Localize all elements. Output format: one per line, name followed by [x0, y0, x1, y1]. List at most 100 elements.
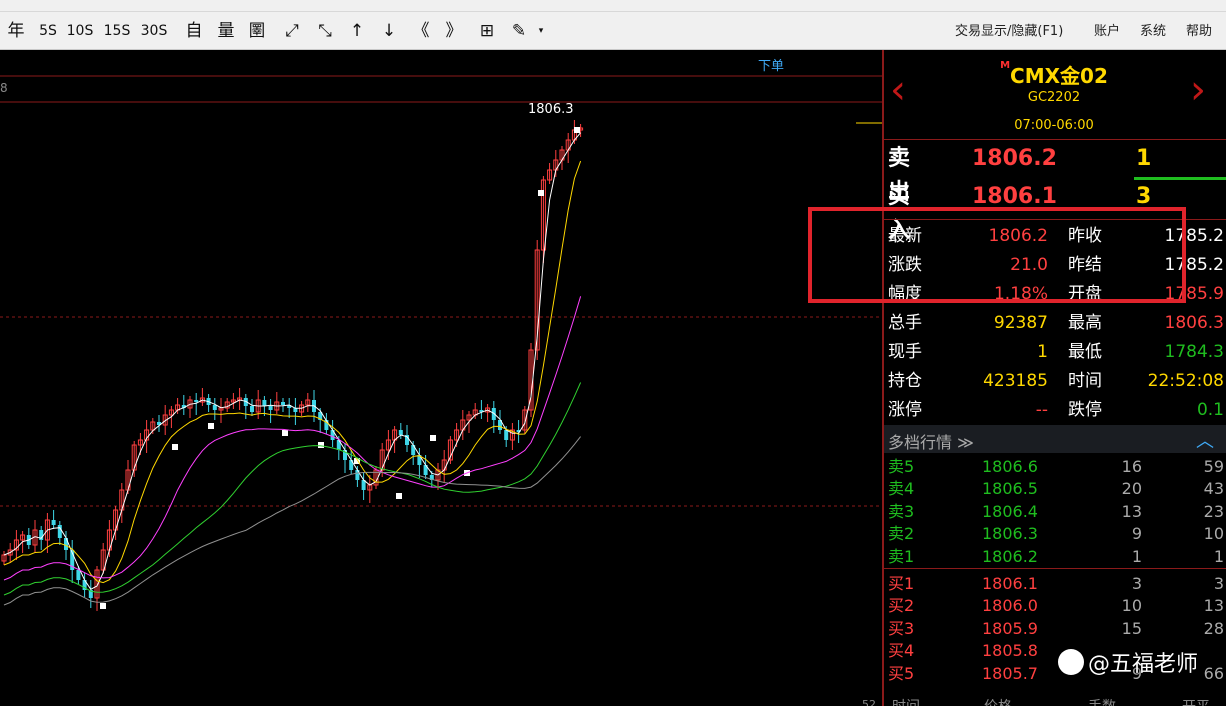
window-title-strip: [0, 0, 1226, 12]
tool-15s-button[interactable]: 15S: [103, 18, 131, 44]
depth-price: 1805.9: [982, 618, 1038, 638]
axis-number: 8: [0, 81, 8, 95]
depth-label: 卖3: [888, 501, 915, 521]
tool-prev-button[interactable]: 《: [407, 18, 435, 44]
tool-down-button[interactable]: ↓: [375, 18, 403, 44]
quote-label: 最低: [1068, 342, 1102, 362]
depth-title: 多档行情 ≫: [888, 433, 974, 452]
menu-account[interactable]: 账户: [1094, 22, 1120, 42]
candle-body: [398, 430, 403, 435]
depth-label: 买3: [888, 618, 915, 638]
bid-row[interactable]: 买3 1805.9 15 28: [888, 618, 1224, 640]
depth-price: 1806.0: [982, 596, 1038, 616]
tool-shrink-button[interactable]: ⤡: [311, 18, 339, 44]
depth-cum: 59: [1203, 457, 1224, 476]
tool-up-button[interactable]: ↑: [343, 18, 371, 44]
tool-next-button[interactable]: 》: [440, 18, 468, 44]
collapse-icon[interactable]: ︿: [1196, 427, 1214, 453]
depth-price: 1806.3: [982, 524, 1038, 544]
candle-body: [212, 405, 217, 410]
depth-label: 卖5: [888, 457, 915, 476]
toolbar: 年 5S 10S 15S 30S 自量圛 ⤢ ⤡ ↑ ↓ 《》 ⊞ ✎ ▾ 交易显示/隐藏(F1) 账户 …: [0, 0, 1226, 50]
depth-cum: 1: [1213, 546, 1224, 566]
col-volume: 手数: [1088, 696, 1116, 706]
candlestick-chart[interactable]: 下单 8 1806.3 52: [0, 50, 882, 706]
depth-price: 1806.2: [982, 546, 1038, 566]
menu-help[interactable]: 帮助: [1186, 22, 1212, 42]
ask-row[interactable]: 卖3 1806.4 13 23: [888, 501, 1224, 523]
tool-draw-button[interactable]: ✎: [505, 18, 533, 44]
symbol-name: CMX金02: [1010, 64, 1108, 88]
quote-label: 最高: [1068, 313, 1102, 333]
depth-vol: 10: [1121, 596, 1142, 616]
bid-row[interactable]: 买1 1806.1 3 3: [888, 573, 1224, 595]
depth-cum: 43: [1203, 479, 1224, 499]
depth-price: 1806.1: [982, 574, 1038, 593]
tool-30s-button[interactable]: 30S: [140, 18, 168, 44]
candle-body: [268, 406, 273, 410]
quote-value: 1: [1037, 342, 1048, 362]
tool-10s-button[interactable]: 10S: [66, 18, 94, 44]
quote-label: 持仓: [888, 371, 922, 391]
doji-marker: [396, 493, 402, 499]
symbol-title: MCMX金02: [884, 60, 1224, 89]
chart-canvas: [0, 75, 882, 611]
depth-vol: 13: [1121, 501, 1142, 521]
tool-grid-button[interactable]: ⊞: [473, 18, 501, 44]
quote-row: 现手 1 最低 1784.3: [888, 338, 1224, 366]
candle-body: [250, 406, 254, 412]
depth-price: 1805.8: [982, 641, 1038, 661]
depth-price: 1806.4: [982, 501, 1038, 521]
quote-row: 总手 92387 最高 1806.3: [888, 309, 1224, 337]
tool-5s-button[interactable]: 5S: [34, 18, 62, 44]
col-openclose: 开平: [1182, 696, 1210, 706]
symbol-mark: M: [1000, 60, 1011, 71]
menu-trade-toggle[interactable]: 交易显示/隐藏(F1): [955, 22, 1063, 42]
trading-session: 07:00-06:00: [1014, 118, 1094, 133]
depth-header[interactable]: 多档行情 ≫ ︿: [884, 425, 1226, 453]
candle-body: [57, 525, 62, 538]
tool-expand-button[interactable]: ⤢: [278, 18, 306, 44]
quote-value: 1806.3: [1164, 313, 1224, 333]
tool-custom-button[interactable]: 自: [180, 18, 208, 44]
tool-volume-button[interactable]: 量: [212, 18, 240, 44]
depth-vol: 15: [1121, 618, 1142, 638]
quote-label: 跌停: [1068, 400, 1102, 420]
depth-cum: 23: [1203, 501, 1224, 521]
candle-body: [194, 400, 199, 402]
doji-marker: [574, 127, 580, 133]
quote-label: 现手: [888, 342, 922, 362]
ask-row[interactable]: 卖2 1806.3 9 10: [888, 523, 1224, 545]
ask-row[interactable]: 卖4 1806.5 20 43: [888, 478, 1224, 500]
ask-row[interactable]: 卖1 1806.2 1 1: [888, 546, 1224, 568]
ma60-line: [3, 436, 581, 606]
corner-number: 52: [862, 698, 876, 706]
col-time: 时间: [892, 696, 920, 706]
doji-marker: [100, 603, 106, 609]
divider: [884, 139, 1226, 140]
tool-dropdown-icon[interactable]: ▾: [534, 18, 548, 44]
depth-label: 买1: [888, 574, 915, 593]
doji-marker: [172, 444, 178, 450]
depth-label: 卖2: [888, 524, 915, 544]
depth-vol: 16: [1121, 457, 1142, 476]
quote-label: 时间: [1068, 371, 1102, 391]
quote-value: 1784.3: [1164, 342, 1224, 362]
quote-label: 总手: [888, 313, 922, 333]
quote-value: 22:52:08: [1147, 371, 1224, 391]
tool-layout-button[interactable]: 圛: [243, 18, 271, 44]
bid-row[interactable]: 买2 1806.0 10 13: [888, 595, 1224, 617]
quote-value: 0.1: [1196, 400, 1224, 420]
watermark-logo-icon: [1058, 649, 1084, 675]
ask-row[interactable]: 卖5 1806.6 16 59: [888, 456, 1224, 478]
sell-volume: 1: [1136, 146, 1152, 171]
ma5-line: [3, 132, 581, 590]
order-link[interactable]: 下单: [758, 55, 784, 74]
tool-year-button[interactable]: 年: [2, 18, 30, 44]
quote-value: 92387: [993, 313, 1048, 333]
depth-vol: 1: [1131, 546, 1142, 566]
highlight-box: [808, 207, 1186, 303]
candle-body: [262, 400, 267, 406]
menu-system[interactable]: 系统: [1140, 22, 1166, 42]
quote-label: 涨停: [888, 400, 922, 420]
